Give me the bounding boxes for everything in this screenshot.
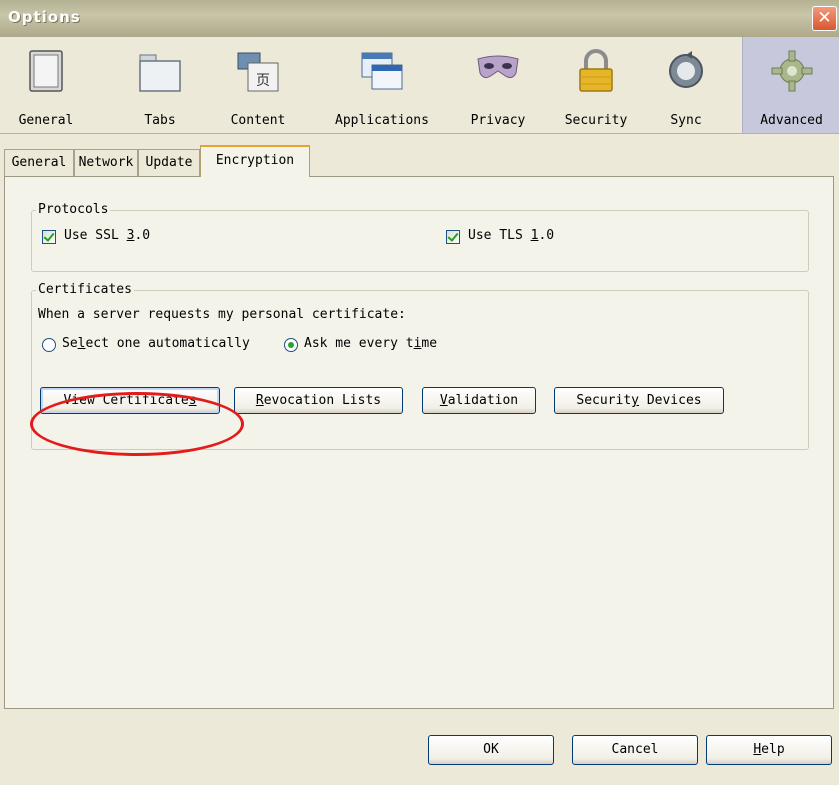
- pane-tabs[interactable]: Tabs: [128, 37, 192, 133]
- ssl-label[interactable]: Use SSL 3.0: [64, 228, 150, 243]
- security-devices-button[interactable]: Security Devices: [554, 387, 724, 414]
- pane-applications[interactable]: Applications: [320, 37, 444, 133]
- cancel-button[interactable]: Cancel: [572, 735, 698, 765]
- title-bar: Options ✕: [0, 0, 839, 38]
- cert-prompt: When a server requests my personal certi…: [38, 307, 406, 322]
- pane-toolbar: General Tabs 页 Content Applications Priv…: [0, 37, 839, 134]
- certificates-group: Certificates When a server requests my p…: [31, 282, 809, 450]
- certificates-legend: Certificates: [36, 282, 134, 297]
- content-icon: 页: [237, 52, 279, 92]
- tls-checkbox[interactable]: [446, 230, 460, 244]
- ok-button[interactable]: OK: [428, 735, 554, 765]
- pane-general[interactable]: General: [8, 37, 84, 133]
- subtab-general[interactable]: General: [4, 149, 74, 176]
- general-icon: [29, 50, 63, 92]
- window-title: Options: [8, 8, 81, 26]
- select-auto-label[interactable]: Select one automatically: [62, 336, 250, 351]
- pane-advanced[interactable]: Advanced: [742, 37, 839, 133]
- ask-every-time-radio[interactable]: [284, 338, 298, 352]
- pane-security[interactable]: Security: [554, 37, 638, 133]
- tls-label[interactable]: Use TLS 1.0: [468, 228, 554, 243]
- ask-every-time-label[interactable]: Ask me every time: [304, 336, 437, 351]
- view-certificates-button[interactable]: View Certificates: [40, 387, 220, 414]
- protocols-legend: Protocols: [36, 202, 111, 217]
- dialog-button-bar: OK Cancel Help: [0, 709, 839, 785]
- close-button[interactable]: ✕: [812, 6, 837, 31]
- encryption-panel: Protocols Use SSL 3.0 Use TLS 1.0 Certif…: [4, 176, 834, 709]
- validation-button[interactable]: Validation: [422, 387, 536, 414]
- pane-sync[interactable]: Sync: [654, 37, 718, 133]
- ssl-checkbox[interactable]: [42, 230, 56, 244]
- help-button[interactable]: Help: [706, 735, 832, 765]
- subtab-network[interactable]: Network: [74, 149, 138, 176]
- privacy-mask-icon: [477, 55, 519, 79]
- protocols-group: Protocols Use SSL 3.0 Use TLS 1.0: [31, 202, 809, 272]
- tabs-icon: [139, 54, 181, 92]
- gear-icon: [771, 50, 812, 92]
- padlock-icon: [579, 49, 613, 92]
- applications-icon: [361, 52, 403, 90]
- pane-privacy[interactable]: Privacy: [462, 37, 534, 133]
- subtab-encryption[interactable]: Encryption: [200, 145, 310, 177]
- sync-icon: [669, 51, 703, 88]
- subtab-update[interactable]: Update: [138, 149, 200, 176]
- pane-content[interactable]: 页 Content: [218, 37, 298, 133]
- select-auto-radio[interactable]: [42, 338, 56, 352]
- svg-text:页: 页: [256, 73, 270, 89]
- revocation-lists-button[interactable]: Revocation Lists: [234, 387, 403, 414]
